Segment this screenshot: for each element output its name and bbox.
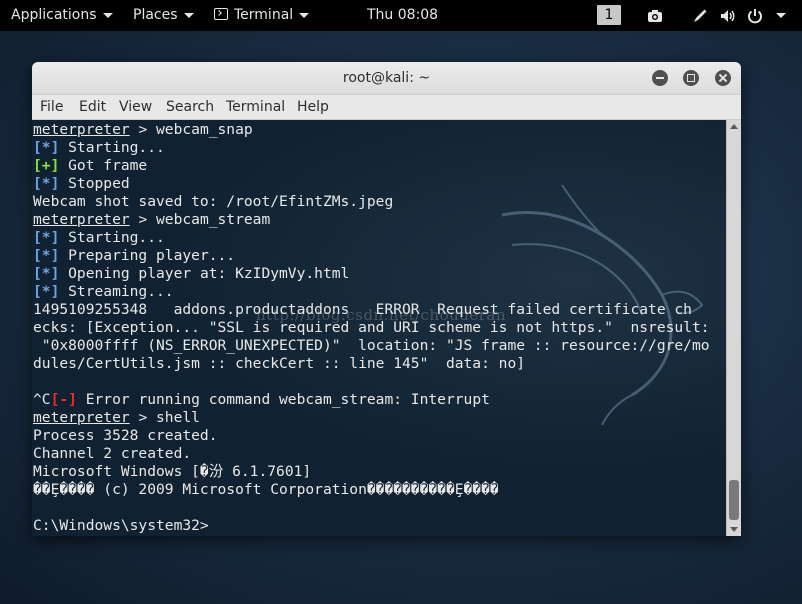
terminal-text: meterpreter	[33, 211, 130, 228]
terminal-app-label: Terminal	[234, 7, 294, 23]
terminal-text: [*]	[33, 175, 60, 192]
terminal-line: [+] Got frame	[33, 157, 710, 175]
terminal-text: Error running command webcam_stream: Int…	[76, 391, 490, 408]
terminal-line: ��Ȩ���� (c) 2009 Microsoft Corporation��…	[33, 481, 710, 499]
terminal-text: ^C	[33, 391, 51, 408]
terminal-line: [*] Starting...	[33, 139, 710, 157]
terminal-line: C:\Windows\system32>	[33, 517, 710, 535]
terminal-line: [*] Starting...	[33, 229, 710, 247]
workspace-indicator[interactable]: 1	[597, 5, 621, 25]
terminal-text: Opening player at: KzIDymVy.html	[59, 265, 350, 282]
terminal-text: > shell	[129, 409, 200, 426]
maximize-button[interactable]	[683, 70, 699, 86]
terminal-text: meterpreter	[33, 409, 130, 426]
terminal-text: ecks: [Exception... "SSL is required and…	[33, 319, 710, 336]
terminal-text: Preparing player...	[59, 247, 236, 264]
terminal-line: Process 3528 created.	[33, 427, 710, 445]
terminal-text: [*]	[33, 283, 60, 300]
terminal-text: Got frame	[59, 157, 148, 174]
terminal-line: Microsoft Windows [�汾 6.1.7601]	[33, 463, 710, 481]
terminal-lines: meterpreter > webcam_snap [*] Starting...…	[33, 121, 710, 535]
clock[interactable]: Thu 08:08	[367, 0, 438, 31]
close-button[interactable]	[715, 70, 731, 86]
scroll-up-icon[interactable]	[730, 124, 738, 129]
scroll-down-icon[interactable]	[730, 527, 738, 532]
terminal-text: Starting...	[59, 229, 165, 246]
chevron-down-icon	[102, 12, 113, 18]
terminal-line: [*] Opening player at: KzIDymVy.html	[33, 265, 710, 283]
places-menu[interactable]: Places	[133, 0, 194, 31]
window-title: root@kali: ~	[342, 70, 431, 86]
menu-search[interactable]: Search	[166, 95, 214, 119]
terminal-line: "0x8000ffff (NS_ERROR_UNEXPECTED)" locat…	[33, 337, 710, 355]
terminal-line: dules/CertUtils.jsm :: checkCert :: line…	[33, 355, 710, 373]
terminal-text: ��Ȩ���� (c) 2009 Microsoft Corporation��…	[33, 481, 499, 498]
terminal-text: [+]	[33, 157, 60, 174]
terminal-line: ^C[-] Error running command webcam_strea…	[33, 391, 710, 409]
terminal-text: [*]	[33, 229, 60, 246]
menu-view[interactable]: View	[119, 95, 152, 119]
terminal-text: [*]	[33, 247, 60, 264]
menu-help[interactable]: Help	[297, 95, 329, 119]
top-panel: Applications Places Terminal Thu 08:08 1	[0, 0, 802, 31]
terminal-text: Starting...	[59, 139, 165, 156]
terminal-text: C:\Windows\system32>	[33, 517, 209, 534]
applications-label: Applications	[11, 7, 97, 23]
terminal-line: [*] Stopped	[33, 175, 710, 193]
terminal-text: Streaming...	[59, 283, 174, 300]
terminal-line: [*] Streaming...	[33, 283, 710, 301]
terminal-text: [*]	[33, 265, 60, 282]
terminal-line: meterpreter > webcam_snap	[33, 121, 710, 139]
terminal-text: Channel 2 created.	[33, 445, 192, 462]
menu-file[interactable]: File	[40, 95, 63, 119]
minimize-button[interactable]	[652, 70, 668, 86]
terminal-text: Webcam shot saved to: /root/EfintZMs.jpe…	[33, 193, 394, 210]
terminal-text: > webcam_stream	[129, 211, 271, 228]
terminal-line: Webcam shot saved to: /root/EfintZMs.jpe…	[33, 193, 710, 211]
chevron-down-icon	[183, 12, 194, 18]
terminal-app-menu[interactable]: Terminal	[214, 0, 310, 31]
places-label: Places	[133, 7, 178, 23]
terminal-text: 1495109255348 addons.productaddons ERROR…	[33, 301, 692, 318]
terminal-line: ecks: [Exception... "SSL is required and…	[33, 319, 710, 337]
terminal-text: [-]	[50, 391, 77, 408]
terminal-line: meterpreter > webcam_stream	[33, 211, 710, 229]
terminal-text: [*]	[33, 139, 60, 156]
chevron-down-icon	[299, 12, 310, 18]
camera-icon[interactable]	[646, 7, 664, 25]
power-icon[interactable]	[746, 7, 764, 25]
terminal-text: Microsoft Windows [�汾 6.1.7601]	[33, 463, 312, 480]
terminal-line: meterpreter > shell	[33, 409, 710, 427]
terminal-text: Process 3528 created.	[33, 427, 218, 444]
applications-menu[interactable]: Applications	[11, 0, 113, 31]
terminal-icon	[214, 8, 228, 20]
terminal-output[interactable]: http://blog.csdn.net/chouderan meterpret…	[32, 120, 726, 536]
scrollbar[interactable]	[726, 120, 741, 536]
terminal-text: > webcam_snap	[129, 121, 253, 138]
terminal-line: Channel 2 created.	[33, 445, 710, 463]
menu-edit[interactable]: Edit	[79, 95, 106, 119]
volume-icon[interactable]	[719, 7, 737, 25]
terminal-text: dules/CertUtils.jsm :: checkCert :: line…	[33, 355, 526, 372]
pen-icon[interactable]	[691, 7, 709, 25]
system-menu-chevron-icon[interactable]	[776, 13, 786, 18]
terminal-text: meterpreter	[33, 121, 130, 138]
scrollbar-thumb[interactable]	[729, 480, 739, 520]
window-titlebar[interactable]: root@kali: ~	[32, 62, 741, 95]
terminal-line: [*] Preparing player...	[33, 247, 710, 265]
terminal-text: Stopped	[59, 175, 130, 192]
menubar: File Edit View Search Terminal Help	[32, 95, 741, 120]
terminal-text: "0x8000ffff (NS_ERROR_UNEXPECTED)" locat…	[33, 337, 710, 354]
terminal-window: root@kali: ~ File Edit View Search Termi…	[32, 62, 741, 536]
terminal-line: 1495109255348 addons.productaddons ERROR…	[33, 301, 710, 319]
menu-terminal[interactable]: Terminal	[226, 95, 285, 119]
